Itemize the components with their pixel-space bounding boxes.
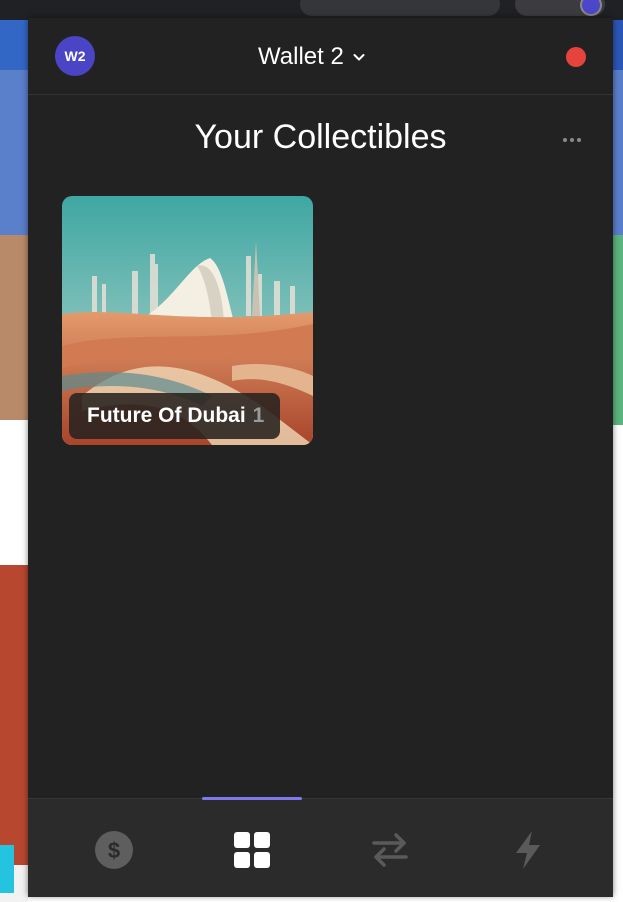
background-page-fragment	[0, 420, 28, 565]
collectible-count: 1	[252, 404, 265, 427]
background-page-fragment	[613, 20, 623, 70]
wallet-header: W2 Wallet 2	[28, 18, 613, 95]
background-page-fragment	[0, 845, 14, 893]
wallet-avatar[interactable]: W2	[55, 36, 95, 76]
grid-icon	[234, 832, 270, 868]
chevron-down-icon	[353, 54, 365, 61]
tab-collectibles[interactable]	[231, 829, 273, 871]
background-page-fragment	[613, 70, 623, 235]
more-dot	[570, 138, 574, 142]
active-tab-indicator	[202, 797, 302, 800]
collectible-card[interactable]: Future Of Dubai 1	[62, 196, 313, 445]
background-page-fragment	[0, 565, 28, 865]
browser-toolbar	[0, 0, 623, 20]
wallet-switcher[interactable]: Wallet 2	[258, 40, 366, 74]
bottom-tab-bar: $	[28, 797, 613, 897]
more-options-button[interactable]	[558, 126, 586, 154]
tab-balances[interactable]: $	[93, 829, 135, 871]
wallet-popup: W2 Wallet 2 Your Collectibles Future Of …	[28, 18, 613, 897]
swap-arrows-icon	[372, 833, 408, 867]
lightning-icon	[516, 831, 540, 869]
background-page-fragment	[613, 235, 623, 425]
background-page-fragment	[0, 20, 28, 70]
wallet-name: Wallet 2	[258, 43, 344, 70]
background-page-fragment	[0, 235, 28, 420]
background-page-fragment	[0, 70, 28, 235]
tab-swap[interactable]	[369, 829, 411, 871]
collectible-label: Future Of Dubai 1	[69, 393, 281, 439]
more-dot	[577, 138, 581, 142]
svg-text:$: $	[108, 838, 120, 863]
tab-activity[interactable]	[507, 829, 549, 871]
dollar-coin-icon: $	[95, 831, 133, 869]
browser-omnibox	[300, 0, 500, 16]
more-dot	[563, 138, 567, 142]
connection-status-dot[interactable]	[566, 47, 586, 67]
page-title: Your Collectibles	[194, 118, 447, 156]
collectible-name: Future Of Dubai	[87, 404, 246, 427]
